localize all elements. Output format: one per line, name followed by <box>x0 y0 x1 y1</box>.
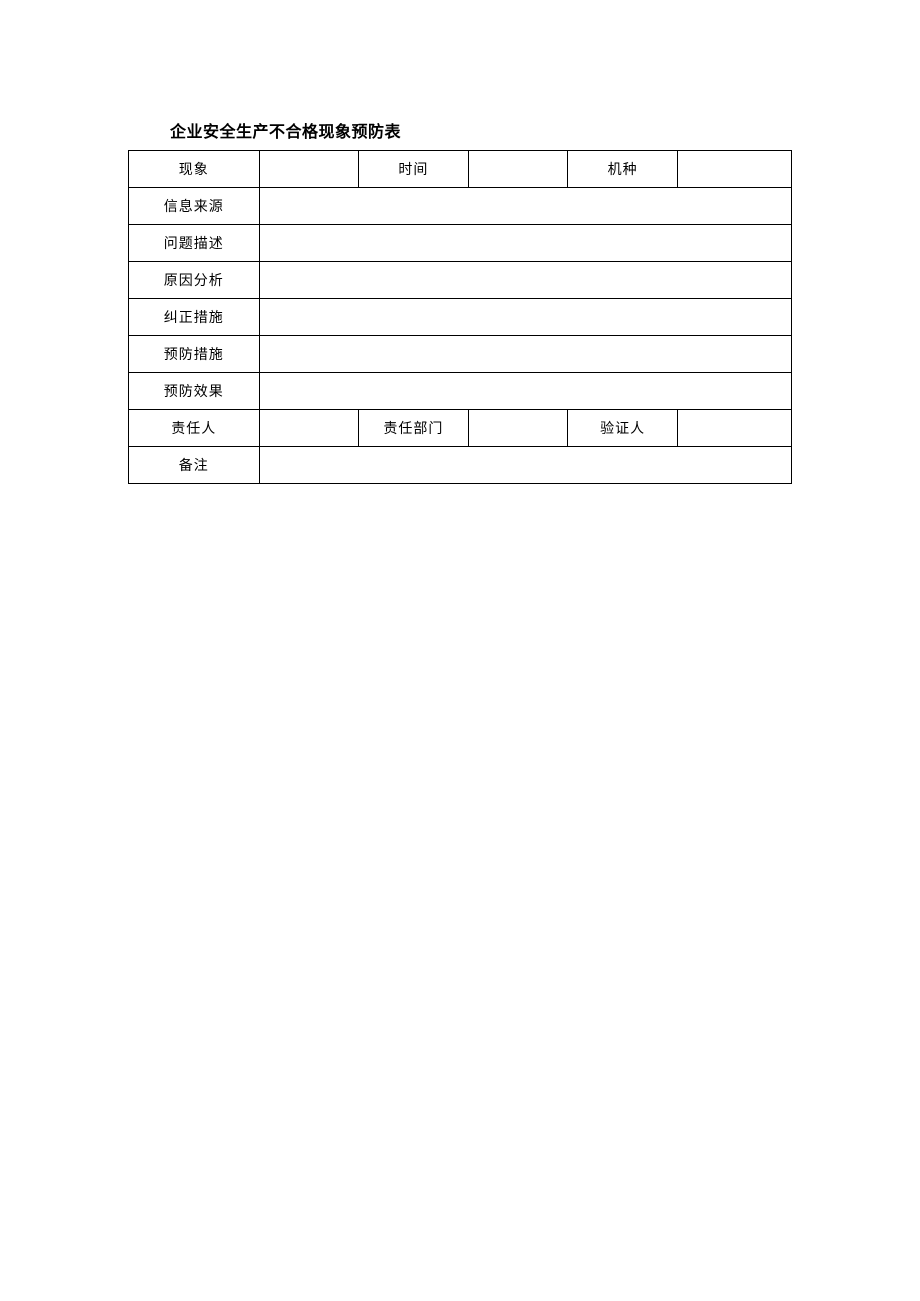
problem-desc-label: 问题描述 <box>129 225 260 262</box>
table-row: 备注 <box>129 447 792 484</box>
verifier-label: 验证人 <box>568 410 678 447</box>
cause-analysis-label: 原因分析 <box>129 262 260 299</box>
corrective-action-label: 纠正措施 <box>129 299 260 336</box>
responsible-dept-value <box>468 410 567 447</box>
time-value <box>468 151 567 188</box>
phenomenon-label: 现象 <box>129 151 260 188</box>
table-row: 原因分析 <box>129 262 792 299</box>
preventive-action-label: 预防措施 <box>129 336 260 373</box>
machine-type-label: 机种 <box>568 151 678 188</box>
machine-type-value <box>677 151 791 188</box>
document-page: 企业安全生产不合格现象预防表 现象 时间 机种 信息来源 问题描述 原因分析 <box>0 0 920 484</box>
table-row: 问题描述 <box>129 225 792 262</box>
time-label: 时间 <box>358 151 468 188</box>
verifier-value <box>677 410 791 447</box>
remark-label: 备注 <box>129 447 260 484</box>
responsible-person-label: 责任人 <box>129 410 260 447</box>
preventive-effect-label: 预防效果 <box>129 373 260 410</box>
table-row: 预防效果 <box>129 373 792 410</box>
responsible-dept-label: 责任部门 <box>358 410 468 447</box>
info-source-value <box>259 188 791 225</box>
info-source-label: 信息来源 <box>129 188 260 225</box>
table-row: 现象 时间 机种 <box>129 151 792 188</box>
table-row: 纠正措施 <box>129 299 792 336</box>
cause-analysis-value <box>259 262 791 299</box>
problem-desc-value <box>259 225 791 262</box>
form-title: 企业安全生产不合格现象预防表 <box>170 118 792 142</box>
prevention-form-table: 现象 时间 机种 信息来源 问题描述 原因分析 纠正措施 预防措施 预防 <box>128 150 792 484</box>
remark-value <box>259 447 791 484</box>
preventive-effect-value <box>259 373 791 410</box>
phenomenon-value <box>259 151 358 188</box>
table-row: 责任人 责任部门 验证人 <box>129 410 792 447</box>
corrective-action-value <box>259 299 791 336</box>
table-row: 信息来源 <box>129 188 792 225</box>
table-row: 预防措施 <box>129 336 792 373</box>
preventive-action-value <box>259 336 791 373</box>
responsible-person-value <box>259 410 358 447</box>
